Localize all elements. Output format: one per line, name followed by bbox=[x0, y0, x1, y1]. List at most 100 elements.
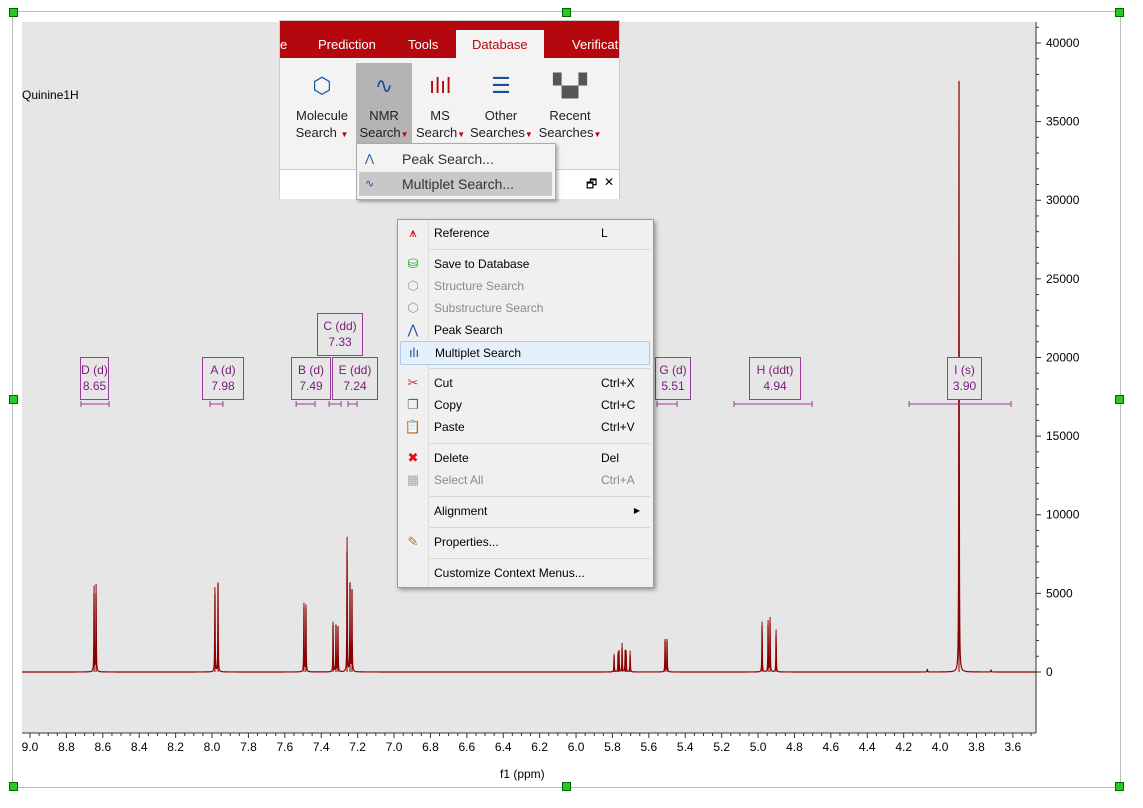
x-tick-label: 5.8 bbox=[604, 740, 621, 754]
y-tick-label: 40000 bbox=[1046, 36, 1080, 50]
context-menu-item-structure-search[interactable]: ⬡ Structure Search bbox=[400, 275, 650, 297]
multiplet-name: I (s) bbox=[954, 363, 975, 377]
close-pane-icon[interactable]: ✕ bbox=[604, 175, 614, 189]
context-menu-item-peak-search[interactable]: ⋀ Peak Search bbox=[400, 319, 650, 341]
multiplet-shift: 5.51 bbox=[661, 379, 685, 393]
multiplet-shift: 8.65 bbox=[82, 379, 107, 393]
multiplet-label[interactable]: G (d) 5.51 bbox=[655, 357, 691, 400]
tab-prediction[interactable]: Prediction bbox=[318, 30, 376, 58]
context-menu-item-properties[interactable]: ✎ Properties... bbox=[400, 531, 650, 553]
x-tick-label: 3.8 bbox=[968, 740, 985, 754]
context-menu-item-reference[interactable]: ⩚ Reference L bbox=[400, 222, 650, 244]
shortcut: L bbox=[601, 226, 608, 240]
paste-icon: 📋 bbox=[404, 419, 422, 434]
x-tick-label: 6.0 bbox=[568, 740, 585, 754]
chevron-down-icon: ▼ bbox=[400, 130, 409, 139]
y-tick-label: 20000 bbox=[1046, 350, 1080, 364]
multiplet-shift: 3.90 bbox=[952, 379, 977, 393]
shortcut: Ctrl+X bbox=[601, 376, 635, 390]
x-tick-label: 4.4 bbox=[859, 740, 876, 754]
ms-binoculars-icon: ılıl bbox=[429, 72, 451, 98]
context-menu-item-multiplet-search[interactable]: ılı Multiplet Search bbox=[400, 341, 650, 365]
x-tick-label: 8.2 bbox=[167, 740, 184, 754]
submenu-arrow-icon: ▶ bbox=[633, 506, 640, 515]
substructure-search-icon: ⬡ bbox=[407, 300, 419, 315]
ms-search-button[interactable]: ılıl MS Search▼ bbox=[416, 63, 465, 143]
chevron-down-icon: ▼ bbox=[593, 130, 602, 139]
x-tick-label: 7.8 bbox=[240, 740, 257, 754]
y-tick-label: 5000 bbox=[1046, 586, 1073, 600]
context-menu-item-paste[interactable]: 📋 Paste Ctrl+V bbox=[400, 416, 650, 438]
x-tick-label: 5.4 bbox=[677, 740, 694, 754]
tab-verification[interactable]: Verification bbox=[572, 30, 618, 58]
x-tick-label: 9.0 bbox=[22, 740, 39, 754]
x-tick-label: 6.8 bbox=[422, 740, 439, 754]
x-tick-label: 7.6 bbox=[276, 740, 293, 754]
context-menu-item-customize-context-menus[interactable]: Customize Context Menus... bbox=[400, 562, 650, 584]
multiplet-label[interactable]: A (d) 7.98 bbox=[202, 357, 244, 400]
list-binoculars-icon: ☰ bbox=[491, 72, 511, 98]
context-menu: ⩚ Reference L ⛁ Save to Database ⬡ Structure S… bbox=[397, 219, 654, 588]
molecule-search-button[interactable]: ⬡ Molecule Search ▼ bbox=[292, 63, 352, 143]
x-tick-label: 4.0 bbox=[932, 740, 949, 754]
multiplet-label[interactable]: B (d) 7.49 bbox=[291, 357, 331, 400]
spectrum-title: Quinine1H bbox=[22, 88, 79, 102]
context-menu-item-substructure-search[interactable]: ⬡ Substructure Search bbox=[400, 297, 650, 319]
binoculars-icon: ▚▞ bbox=[553, 72, 587, 98]
multiplet-label[interactable]: D (d) 8.65 bbox=[80, 357, 109, 400]
restore-pane-icon[interactable]: 🗗 bbox=[586, 175, 597, 196]
nmr-search-dropdown: ⋀ Peak Search... ∿ Multiplet Search... bbox=[356, 143, 556, 200]
other-searches-button[interactable]: ☰ Other Searches▼ bbox=[470, 63, 533, 143]
x-tick-label: 7.2 bbox=[349, 740, 366, 754]
x-tick-label: 4.2 bbox=[895, 740, 912, 754]
context-menu-item-cut[interactable]: ✂ Cut Ctrl+X bbox=[400, 372, 650, 394]
recent-searches-button[interactable]: ▚▞ Recent Searches▼ bbox=[538, 63, 602, 143]
y-tick-label: 25000 bbox=[1046, 272, 1080, 286]
x-axis-label: f1 (ppm) bbox=[500, 767, 545, 781]
menu-separator bbox=[430, 368, 650, 369]
multiplet-shift: 7.49 bbox=[299, 379, 323, 393]
multiplet-label[interactable]: C (dd) 7.33 bbox=[317, 313, 363, 356]
multiplet-label[interactable]: I (s) 3.90 bbox=[947, 357, 982, 400]
x-tick-label: 8.6 bbox=[94, 740, 111, 754]
x-tick-label: 7.0 bbox=[386, 740, 403, 754]
peak-search-icon: ⋀ bbox=[365, 153, 375, 165]
y-tick-label: 10000 bbox=[1046, 508, 1080, 522]
x-tick-label: 6.2 bbox=[531, 740, 548, 754]
tms-icon: ⩚ bbox=[409, 225, 417, 240]
x-tick-label: 4.6 bbox=[823, 740, 840, 754]
x-tick-label: 3.6 bbox=[1005, 740, 1022, 754]
y-tick-label: 30000 bbox=[1046, 193, 1080, 207]
context-menu-item-select-all[interactable]: ▦ Select All Ctrl+A bbox=[400, 469, 650, 491]
x-tick-label: 6.6 bbox=[458, 740, 475, 754]
x-tick-label: 7.4 bbox=[313, 740, 330, 754]
peak-search-menu-item[interactable]: ⋀ Peak Search... bbox=[359, 147, 552, 171]
multiplet-name: C (dd) bbox=[323, 319, 357, 333]
shortcut: Ctrl+V bbox=[601, 420, 635, 434]
nmr-search-button[interactable]: ∿ NMR Search▼ bbox=[356, 63, 412, 143]
context-menu-item-delete[interactable]: ✖ Delete Del bbox=[400, 447, 650, 469]
multiplet-search-menu-item[interactable]: ∿ Multiplet Search... bbox=[359, 172, 552, 196]
y-tick-label: 0 bbox=[1046, 665, 1053, 679]
menu-separator bbox=[430, 249, 650, 250]
context-menu-item-copy[interactable]: ❐ Copy Ctrl+C bbox=[400, 394, 650, 416]
tab-tools[interactable]: Tools bbox=[408, 30, 438, 58]
tab-database[interactable]: Database bbox=[456, 30, 544, 58]
properties-icon: ✎ bbox=[407, 534, 419, 549]
multiplet-shift: 7.98 bbox=[211, 379, 235, 393]
multiplet-search-icon: ∿ bbox=[365, 178, 375, 190]
multiplet-name: A (d) bbox=[210, 363, 236, 377]
shortcut: Del bbox=[601, 451, 620, 465]
context-menu-item-save-to-database[interactable]: ⛁ Save to Database bbox=[400, 253, 650, 275]
multiplet-shift: 4.94 bbox=[763, 379, 787, 393]
y-tick-label: 15000 bbox=[1046, 429, 1080, 443]
multiplet-name: E (dd) bbox=[338, 363, 372, 377]
x-tick-label: 8.0 bbox=[204, 740, 221, 754]
context-menu-item-alignment[interactable]: Alignment ▶ bbox=[400, 500, 650, 522]
delete-icon: ✖ bbox=[407, 450, 419, 465]
shortcut: Ctrl+A bbox=[601, 473, 635, 487]
x-tick-label: 5.6 bbox=[641, 740, 658, 754]
multiplet-label[interactable]: H (ddt) 4.94 bbox=[749, 357, 801, 400]
multiplet-label[interactable]: E (dd) 7.24 bbox=[332, 357, 378, 400]
tab-partial[interactable]: e bbox=[280, 30, 287, 58]
